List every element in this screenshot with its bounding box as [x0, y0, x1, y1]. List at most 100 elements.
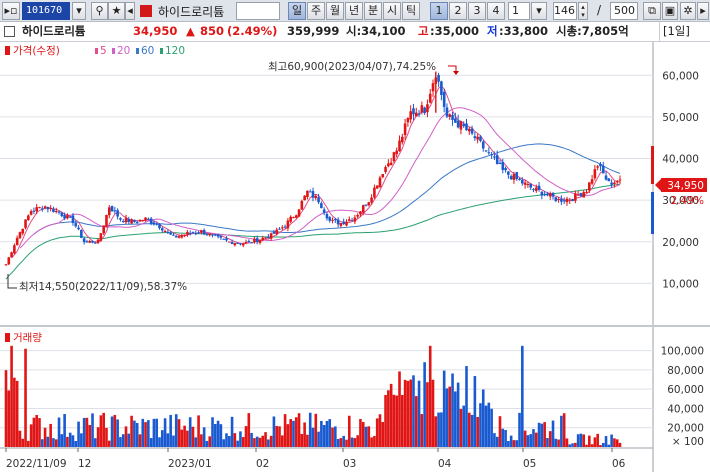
- volume-bar: [88, 425, 92, 447]
- period-badge[interactable]: [1일]: [659, 22, 693, 41]
- volume-bar: [163, 418, 167, 447]
- x-axis-label: 02: [256, 458, 269, 470]
- volume-bar: [401, 394, 404, 447]
- ma-legend-swatch: [112, 48, 115, 54]
- candle-body: [7, 257, 11, 265]
- volume-bar: [473, 376, 477, 447]
- candle-body: [459, 121, 463, 130]
- volume-bar: [306, 434, 309, 447]
- volume-bar: [588, 435, 591, 447]
- candle-body: [247, 241, 251, 243]
- chart-tab-1[interactable]: 1: [430, 2, 448, 20]
- volume-bar: [194, 437, 198, 447]
- candle-body: [13, 245, 16, 254]
- period-button-5[interactable]: 시: [383, 2, 401, 20]
- interval-dropdown-icon[interactable]: ▾: [531, 2, 547, 20]
- volume-bar: [546, 437, 549, 447]
- candle-body: [222, 238, 225, 240]
- volume-unit: × 100: [672, 436, 704, 448]
- candle-body: [183, 234, 186, 236]
- volume-bar: [364, 426, 368, 447]
- name-field[interactable]: [236, 2, 280, 20]
- volume-chart[interactable]: 20,000 40,000 60,000 80,000 100,000 2022/11/…: [0, 327, 710, 472]
- volume-bar: [177, 419, 181, 447]
- candle-body: [370, 197, 373, 203]
- volume-bar: [350, 437, 354, 447]
- volume-bar: [269, 435, 273, 447]
- stock-code-input[interactable]: 101670: [22, 2, 70, 20]
- candle-body: [423, 107, 426, 114]
- volume-bar: [74, 441, 78, 447]
- code-dropdown-icon[interactable]: ▾: [72, 2, 86, 20]
- chart-tab-2[interactable]: 2: [449, 2, 467, 20]
- candle-body: [230, 242, 234, 245]
- period-button-1[interactable]: 주: [307, 2, 325, 20]
- volume-bar: [359, 419, 362, 447]
- search-icon[interactable]: ⚲: [91, 2, 108, 20]
- total-input[interactable]: 500: [610, 2, 638, 20]
- candle-body: [481, 141, 485, 149]
- candle-body: [456, 120, 460, 128]
- volume-bar: [308, 412, 312, 447]
- period-button-6[interactable]: 틱: [402, 2, 420, 20]
- count-input[interactable]: 146: [553, 2, 577, 20]
- add-window-icon[interactable]: ⧉: [643, 2, 661, 20]
- settings-gear-icon[interactable]: ✲: [680, 2, 696, 20]
- price-chart[interactable]: 10,00020,00030,00040,00050,00060,000 가격(…: [0, 42, 710, 325]
- volume-bar: [80, 433, 83, 447]
- candle-body: [551, 192, 555, 197]
- candle-body: [155, 223, 159, 225]
- candle-body: [88, 241, 92, 243]
- volume-bar: [353, 438, 357, 447]
- volume-bar: [197, 415, 200, 447]
- candle-body: [384, 167, 387, 173]
- volume-bar: [590, 444, 594, 447]
- volume-bar: [96, 427, 100, 447]
- volume-axis-label: 40,000: [667, 403, 704, 415]
- candle-body: [208, 233, 212, 236]
- ma-legend-swatch: [95, 48, 98, 54]
- candle-body: [334, 219, 337, 221]
- select-checkbox[interactable]: [4, 26, 15, 37]
- volume-bar: [216, 420, 220, 447]
- volume-bar: [593, 437, 597, 447]
- volume-bar: [467, 412, 471, 447]
- candle-body: [113, 210, 117, 212]
- ma-legend-swatch: [136, 48, 139, 54]
- period-button-4[interactable]: 분: [364, 2, 382, 20]
- chart-tab-3[interactable]: 3: [468, 2, 486, 20]
- period-button-2[interactable]: 월: [326, 2, 344, 20]
- chart-tab-4[interactable]: 4: [487, 2, 505, 20]
- candle-body: [191, 232, 195, 234]
- volume-bar: [420, 414, 424, 447]
- volume-bar: [52, 438, 55, 447]
- interval-input[interactable]: 1: [508, 2, 530, 20]
- volume-bar: [205, 440, 209, 447]
- period-button-0[interactable]: 일: [288, 2, 306, 20]
- candle-body: [225, 238, 228, 241]
- volume-bar: [331, 427, 334, 447]
- count-stepper[interactable]: ▴ ▾: [578, 2, 588, 20]
- menu-icon[interactable]: ▸▫: [2, 2, 20, 20]
- volume-bar: [320, 420, 323, 447]
- volume-bar: [585, 444, 588, 447]
- stock-name: 하이드로리튬: [158, 5, 225, 19]
- volume-bar: [294, 417, 298, 447]
- period-button-3[interactable]: 년: [345, 2, 363, 20]
- volume-bar: [551, 420, 555, 447]
- candle-body: [250, 242, 253, 244]
- candle-body: [571, 199, 574, 202]
- volume-bar: [13, 377, 16, 447]
- candle-body: [227, 241, 231, 243]
- volume-bar: [515, 440, 519, 447]
- candle-body: [99, 233, 103, 241]
- favorite-star-icon[interactable]: ★: [108, 2, 125, 20]
- candle-body: [534, 187, 538, 191]
- prev-icon[interactable]: ◂: [125, 2, 135, 20]
- volume-bar: [71, 435, 75, 447]
- more-icon[interactable]: ▸: [697, 2, 709, 20]
- volume-bar: [133, 420, 136, 447]
- save-icon[interactable]: ▣: [662, 2, 678, 20]
- volume-bar: [222, 439, 225, 447]
- candle-body: [255, 238, 259, 243]
